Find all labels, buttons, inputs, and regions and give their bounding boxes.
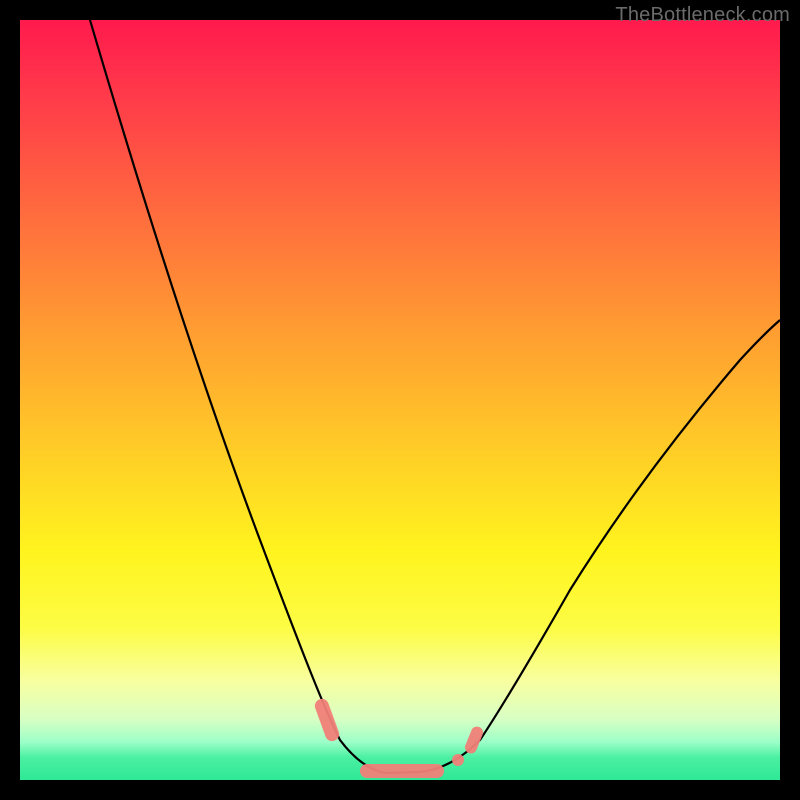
marker-capsule-left: [313, 697, 341, 743]
marker-capsule-right: [463, 725, 485, 755]
marker-capsule-bottom: [360, 764, 444, 778]
marker-dot-right: [452, 754, 464, 766]
curve-left-branch: [90, 20, 420, 773]
chart-svg: [20, 20, 780, 780]
curve-right-branch: [420, 320, 780, 772]
